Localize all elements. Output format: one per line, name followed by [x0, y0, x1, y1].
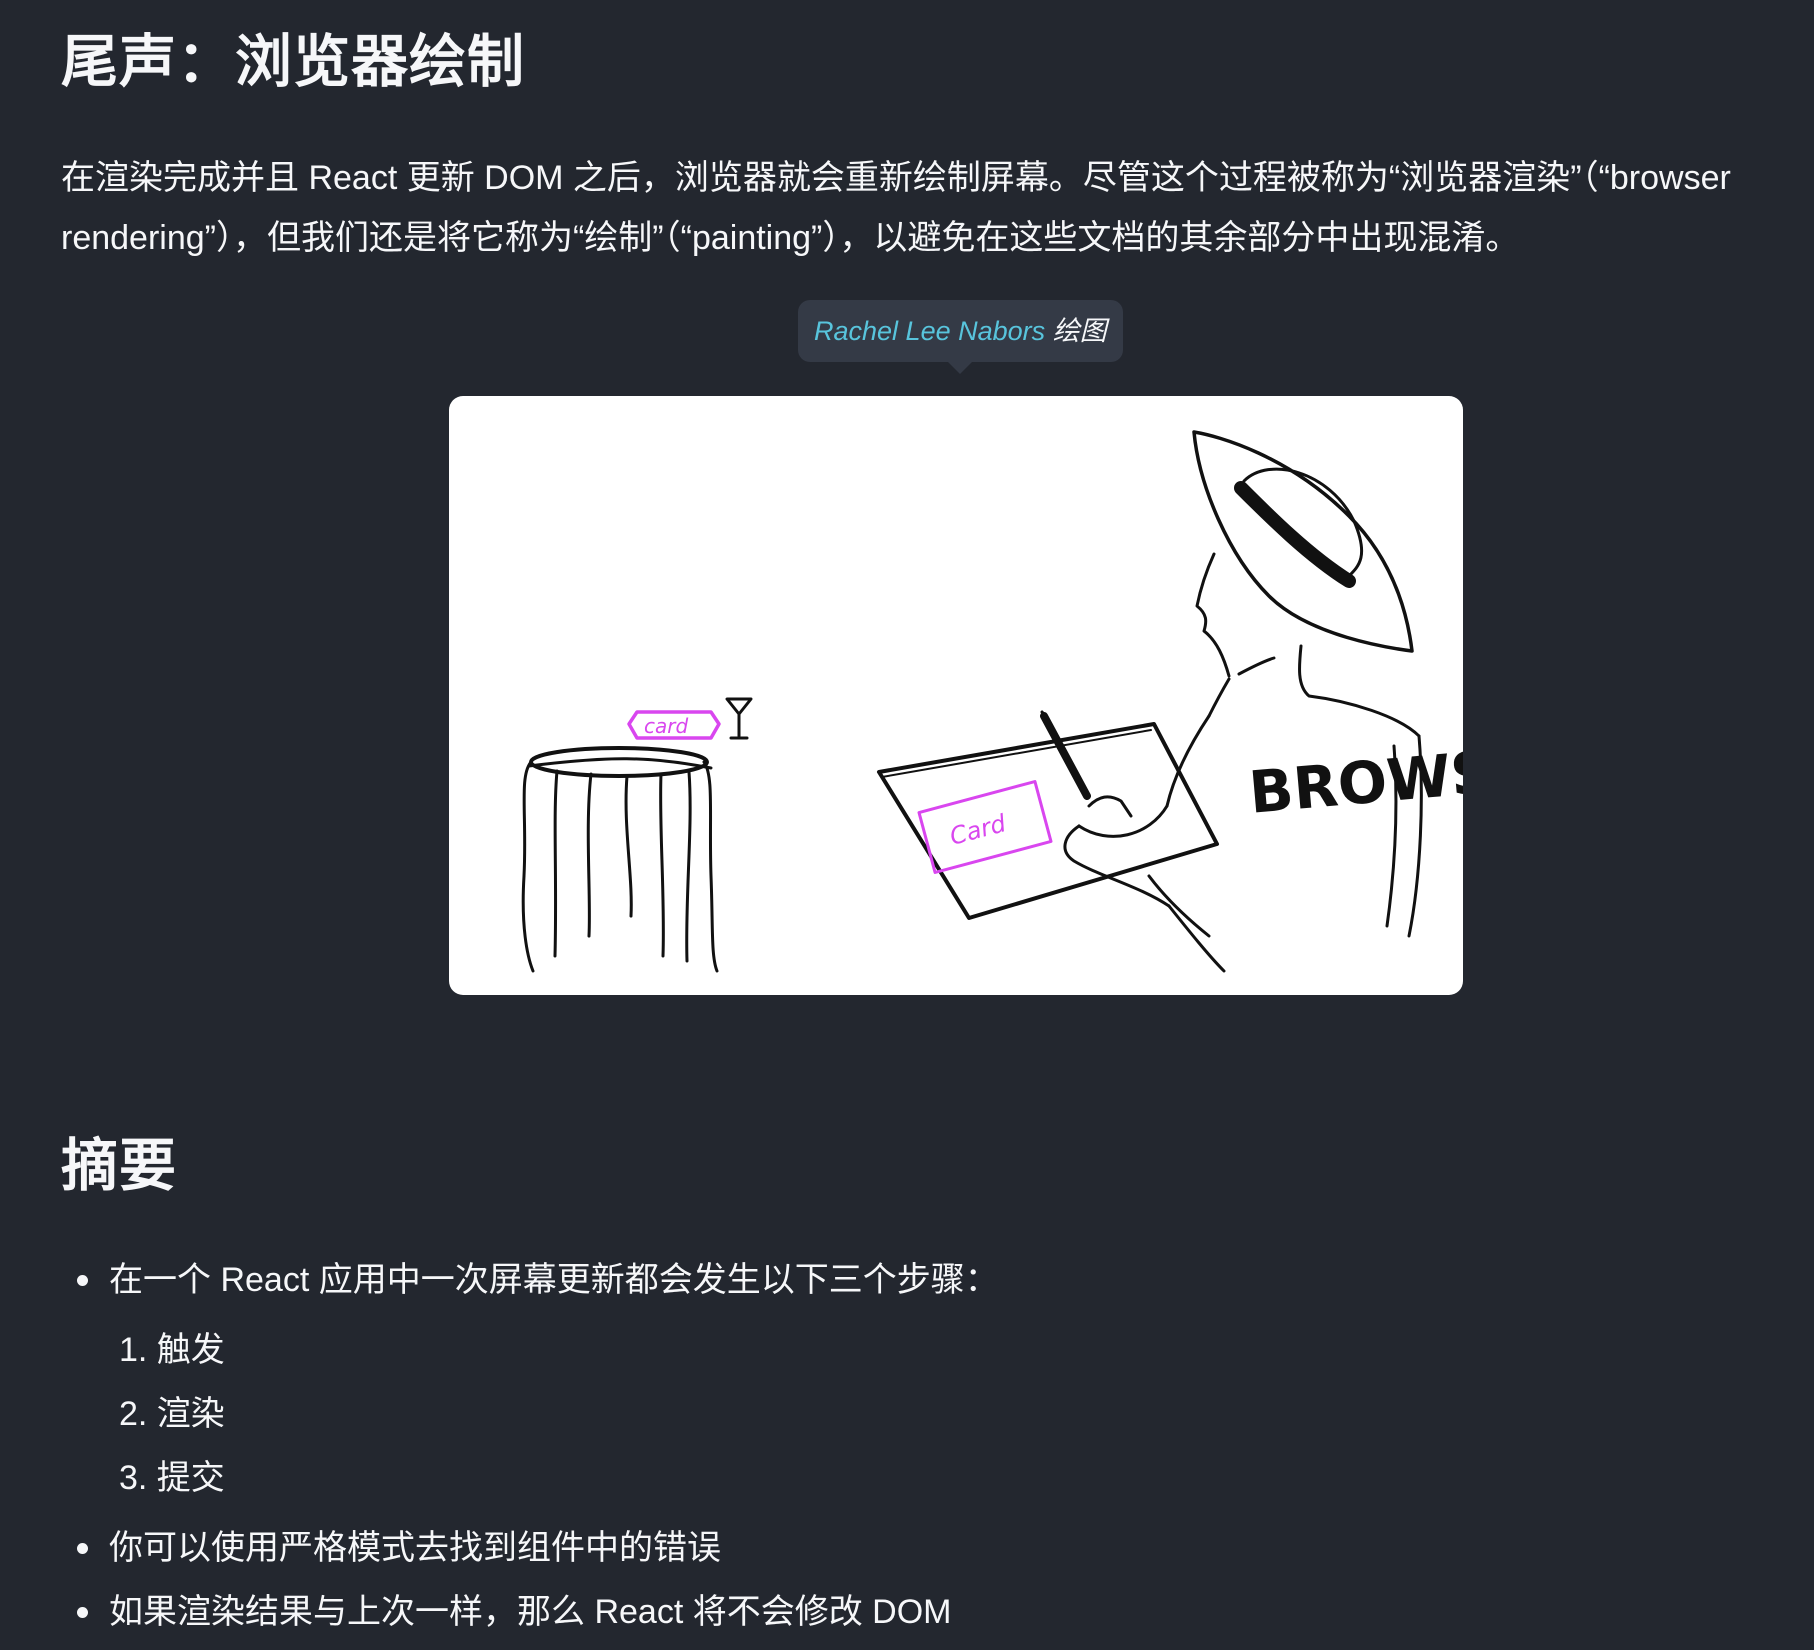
summary-item-text: 在一个 React 应用中一次屏幕更新都会发生以下三个步骤： — [109, 1261, 999, 1299]
summary-heading: 摘要 — [61, 1134, 177, 1198]
browser-character: BROWSER — [1063, 430, 1463, 973]
summary-item: 如果渲染结果与上次一样，那么 React 将不会修改 DOM — [61, 1580, 999, 1644]
table-drawing — [521, 697, 753, 973]
table-card: card — [627, 710, 721, 740]
pen-drawing — [1040, 710, 1091, 800]
step-item-commit: 3. 提交 — [119, 1459, 225, 1497]
summary-list: 在一个 React 应用中一次屏幕更新都会发生以下三个步骤： 1. 触发 2. … — [61, 1248, 999, 1644]
credit-suffix: 绘图 — [1045, 316, 1107, 346]
summary-item-text: 你可以使用严格模式去找到组件中的错误 — [109, 1529, 721, 1567]
summary-item: 在一个 React 应用中一次屏幕更新都会发生以下三个步骤： 1. 触发 2. … — [61, 1248, 999, 1510]
summary-item: 你可以使用严格模式去找到组件中的错误 — [61, 1516, 999, 1580]
step-item-trigger: 1. 触发 — [119, 1331, 225, 1369]
canvas-drawing: Card — [877, 722, 1219, 920]
credit-author-link[interactable]: Rachel Lee Nabors — [814, 316, 1045, 346]
steps-list: 1. 触发 2. 渲染 3. 提交 — [109, 1318, 999, 1510]
tooltip-arrow — [948, 362, 973, 374]
epilogue-paragraph: 在渲染完成并且 React 更新 DOM 之后，浏览器就会重新绘制屏幕。尽管这个… — [61, 159, 1731, 257]
table-card-text: card — [644, 714, 688, 738]
browser-painting-illustration: card Card BROWSER — [449, 396, 1463, 995]
illustration-credit-tooltip: Rachel Lee Nabors 绘图 — [798, 300, 1123, 374]
summary-item-text: 如果渲染结果与上次一样，那么 React 将不会修改 DOM — [109, 1593, 952, 1631]
shirt-text: BROWSER — [1246, 730, 1463, 826]
epilogue-heading: 尾声：浏览器绘制 — [61, 30, 525, 94]
canvas-card-text: Card — [947, 809, 1010, 851]
step-item-render: 2. 渲染 — [119, 1395, 225, 1433]
credit-label: Rachel Lee Nabors 绘图 — [798, 300, 1123, 374]
